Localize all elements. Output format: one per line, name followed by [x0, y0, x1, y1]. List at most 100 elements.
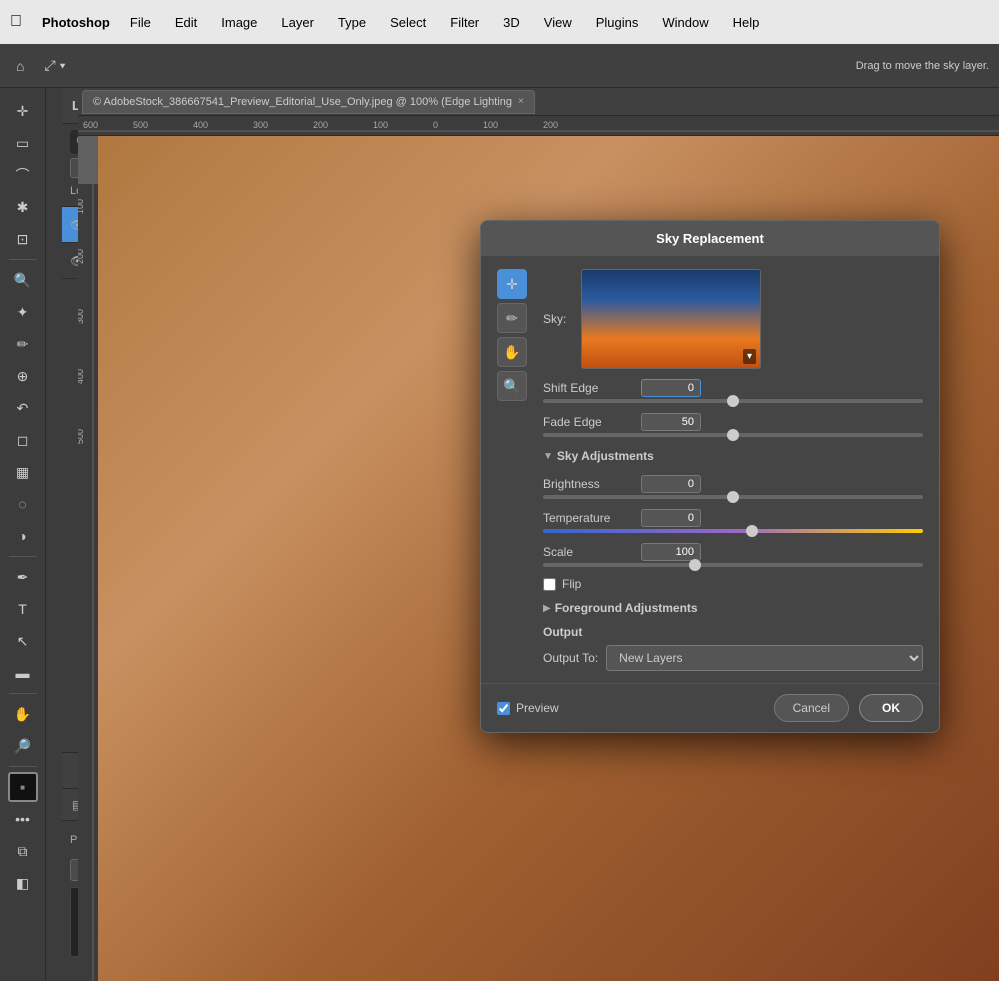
svg-text:200: 200 — [543, 120, 558, 130]
menu-file[interactable]: File — [126, 13, 155, 32]
hand-tool[interactable]: ✋ — [8, 699, 38, 729]
brush-tool[interactable]: ✏ — [8, 329, 38, 359]
ruler-h-svg: 600 500 400 300 200 100 0 100 200 — [78, 116, 999, 136]
blur-tool[interactable]: ◌ — [8, 489, 38, 519]
tool-divider-1 — [9, 259, 37, 260]
sky-replacement-dialog[interactable]: Sky Replacement ✛ ✏ ✋ 🔍 Sky: ▾ — [480, 220, 940, 733]
svg-text:0: 0 — [433, 120, 438, 130]
preview-checkbox[interactable] — [497, 702, 510, 715]
crop-tool[interactable]: ⊡ — [8, 224, 38, 254]
path-select-tool[interactable]: ↖ — [8, 626, 38, 656]
shape-tool[interactable]: ▬ — [8, 658, 38, 688]
menu-window[interactable]: Window — [658, 13, 712, 32]
status-text: Drag to move the sky layer. — [856, 60, 989, 72]
brightness-track[interactable] — [543, 495, 923, 499]
menu-filter[interactable]: Filter — [446, 13, 483, 32]
marquee-tool[interactable]: ▭ — [8, 128, 38, 158]
sky-paint-tool[interactable]: ✏ — [497, 303, 527, 333]
output-to-label: Output To: — [543, 651, 598, 665]
svg-text:400: 400 — [193, 120, 208, 130]
menu-edit[interactable]: Edit — [171, 13, 201, 32]
svg-text:300: 300 — [78, 309, 85, 324]
scale-section: Scale 100 — [543, 543, 923, 567]
preview-label[interactable]: Preview — [516, 701, 559, 715]
eraser-tool[interactable]: ◻ — [8, 425, 38, 455]
move-tool-options[interactable]: ⌂ — [10, 54, 30, 78]
dialog-title: Sky Replacement — [656, 231, 764, 246]
cancel-button[interactable]: Cancel — [774, 694, 849, 722]
fade-edge-track[interactable] — [543, 433, 923, 437]
apple-logo-icon[interactable]:  — [10, 13, 22, 31]
scale-input[interactable]: 100 — [641, 543, 701, 561]
tool-divider-3 — [9, 693, 37, 694]
more-tools[interactable]: ••• — [8, 804, 38, 834]
shift-edge-bg — [543, 399, 923, 403]
gradient-tool[interactable]: ▦ — [8, 457, 38, 487]
spot-heal-tool[interactable]: ✦ — [8, 297, 38, 327]
sky-adjustments-header[interactable]: ▼ Sky Adjustments — [543, 447, 923, 465]
eyedropper-tool[interactable]: 🔍 — [8, 265, 38, 295]
sky-dropdown-button[interactable]: ▾ — [743, 349, 756, 364]
sky-preview-box: ▾ — [581, 269, 761, 369]
svg-text:500: 500 — [78, 429, 85, 444]
temperature-track[interactable] — [543, 529, 923, 533]
app-name: Photoshop — [42, 15, 110, 30]
fade-edge-input[interactable]: 50 — [641, 413, 701, 431]
tab-close-button[interactable]: × — [518, 96, 524, 107]
menu-plugins[interactable]: Plugins — [592, 13, 643, 32]
tab-label: © AdobeStock_386667541_Preview_Editorial… — [93, 96, 512, 108]
extra-tool-1[interactable]: ⧉ — [8, 836, 38, 866]
menu-layer[interactable]: Layer — [277, 13, 318, 32]
ok-button[interactable]: OK — [859, 694, 923, 722]
pen-tool[interactable]: ✒ — [8, 562, 38, 592]
move-icon: ⤢ — [44, 57, 55, 73]
sky-move-tool[interactable]: ✛ — [497, 269, 527, 299]
foreground-adjustments-header[interactable]: ▶ Foreground Adjustments — [543, 601, 923, 615]
menu-select[interactable]: Select — [386, 13, 430, 32]
foreground-chevron-icon: ▶ — [543, 603, 551, 614]
foreground-color[interactable]: ■ — [8, 772, 38, 802]
output-section: Output Output To: New Layers Duplicate L… — [543, 625, 923, 671]
tab-bar: © AdobeStock_386667541_Preview_Editorial… — [78, 88, 999, 116]
history-brush-tool[interactable]: ↶ — [8, 393, 38, 423]
temperature-input[interactable]: 0 — [641, 509, 701, 527]
brightness-thumb[interactable] — [727, 491, 739, 503]
flip-checkbox[interactable] — [543, 578, 556, 591]
menu-view[interactable]: View — [540, 13, 576, 32]
extra-tool-2[interactable]: ◧ — [8, 868, 38, 898]
magic-wand-tool[interactable]: ✱ — [8, 192, 38, 222]
scale-thumb[interactable] — [689, 559, 701, 571]
flip-label[interactable]: Flip — [562, 577, 581, 591]
dodge-tool[interactable]: ◑ — [8, 521, 38, 551]
tool-divider-4 — [9, 766, 37, 767]
clone-stamp-tool[interactable]: ⊕ — [8, 361, 38, 391]
zoom-tool[interactable]: 🔎 — [8, 731, 38, 761]
svg-text:500: 500 — [133, 120, 148, 130]
fade-edge-thumb[interactable] — [727, 429, 739, 441]
scale-row: Scale 100 — [543, 543, 923, 561]
move-tool[interactable]: ✛ — [8, 96, 38, 126]
ruler-v-svg: 100 200 300 400 500 — [78, 184, 98, 981]
sky-hand-tool[interactable]: ✋ — [497, 337, 527, 367]
menu-help[interactable]: Help — [729, 13, 764, 32]
shift-edge-input[interactable]: 0 — [641, 379, 701, 397]
lasso-tool[interactable]: ⌒ — [8, 160, 38, 190]
output-to-row: Output To: New Layers Duplicate Layer Cu… — [543, 645, 923, 671]
svg-text:200: 200 — [78, 249, 85, 264]
menu-type[interactable]: Type — [334, 13, 370, 32]
type-tool[interactable]: T — [8, 594, 38, 624]
output-to-select[interactable]: New Layers Duplicate Layer Current Layer — [606, 645, 923, 671]
menu-image[interactable]: Image — [217, 13, 261, 32]
move-mode-btn[interactable]: ⤢ ▾ — [38, 53, 71, 78]
temperature-section: Temperature 0 — [543, 509, 923, 533]
menu-3d[interactable]: 3D — [499, 13, 524, 32]
document-tab[interactable]: © AdobeStock_386667541_Preview_Editorial… — [82, 90, 535, 114]
temperature-thumb[interactable] — [746, 525, 758, 537]
brightness-input[interactable]: 0 — [641, 475, 701, 493]
shift-edge-track[interactable] — [543, 399, 923, 403]
shift-edge-thumb[interactable] — [727, 395, 739, 407]
sky-preview-container: ▾ — [581, 269, 923, 369]
scale-track[interactable] — [543, 563, 923, 567]
dialog-footer: Preview Cancel OK — [481, 683, 939, 732]
sky-zoom-tool[interactable]: 🔍 — [497, 371, 527, 401]
